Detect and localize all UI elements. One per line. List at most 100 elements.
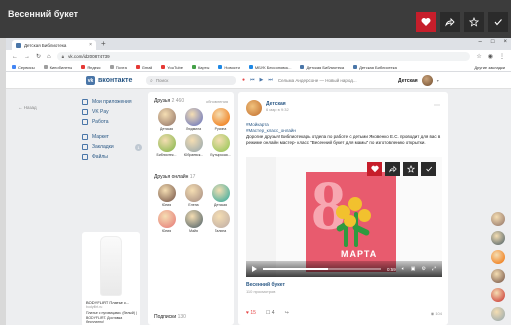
video-bookmark-button[interactable] [403,162,418,176]
comment-count-button[interactable]: ☐ 4 [266,310,275,316]
friends-updates-link[interactable]: обновления [206,99,228,104]
url-field[interactable]: 🔒︎ vk.com/id200874739 [56,52,471,61]
avatar [157,108,176,126]
play-icon[interactable]: ▶ [260,77,264,83]
menu-item-label: Мои приложения [92,99,132,105]
friend-item[interactable]: Юлия [154,210,179,233]
avatar[interactable] [491,250,505,264]
bookmark-item[interactable]: Кинобилеты [43,65,72,70]
friend-item[interactable]: Детская [154,108,179,131]
like-count-button[interactable]: ♥ 15 [246,310,256,316]
heart-icon [421,18,431,26]
friend-item[interactable]: Детская [208,184,233,207]
post-author-avatar[interactable] [246,100,262,116]
bookmark-item[interactable]: Детская Библиотека [353,65,397,70]
profile-icon[interactable]: ◉ [488,53,493,60]
avatar[interactable] [491,288,505,302]
friend-name: Юбраевск... [183,153,204,157]
avatar [211,210,230,228]
bookmark-item[interactable]: Почта [109,65,127,70]
video-share-button[interactable] [385,162,400,176]
bookmark-item[interactable]: Яндекс [81,65,101,70]
friend-item[interactable]: Бутырская... [208,134,233,157]
forward-arrow-icon[interactable]: → [24,54,30,60]
vk-logo[interactable]: vk вконтакте [86,76,132,85]
home-icon[interactable]: ⌂ [47,54,51,60]
play-icon[interactable] [252,266,257,272]
subscriptions-heading[interactable]: Подписки 130 [154,314,186,320]
friend-item[interactable]: Людмила [181,108,206,131]
ad-card[interactable]: BODYFLIRT Платье с... bodyflirt.ru Плать… [82,232,140,325]
avatar[interactable] [491,307,505,321]
other-bookmarks[interactable]: Другие закладки [474,65,505,70]
menu-item[interactable]: Закладки 1 [82,142,142,152]
back-arrow-icon[interactable]: ← [12,54,18,60]
video-done-button[interactable] [421,162,436,176]
close-window-button[interactable]: × [503,39,507,45]
vk-search-input[interactable]: ⌕ Поиск [146,76,236,85]
menu-item[interactable]: Файлы [82,152,142,162]
bookmark-item[interactable]: Новости [218,65,240,70]
lock-icon: 🔒︎ [61,54,65,59]
bookmark-favicon-icon [161,65,166,69]
new-tab-button[interactable]: + [101,39,106,48]
share-post-icon[interactable]: ↪ [285,310,289,316]
expand-icon[interactable]: ⤢ [432,266,436,272]
friend-item[interactable]: Юбраевск... [181,134,206,157]
friend-item[interactable]: Майя [181,210,206,233]
star-icon[interactable]: ☆ [476,53,481,60]
menu-item[interactable]: Мои приложения [82,97,142,107]
current-track[interactable]: Сельма Андерсоне — Новый народ... [278,78,357,83]
menu-item-icon [82,119,88,125]
bookmark-item[interactable]: Сервисы [12,65,35,70]
friend-item[interactable]: Юлия [154,184,179,207]
reload-icon[interactable]: ↻ [36,53,41,60]
video-player[interactable]: 8 МАРТА 0:59 🔈︎ ▣ ⚙ ⤢ [246,157,442,277]
settings-icon[interactable]: ⚙ [422,266,426,272]
bookmark-item[interactable]: YouTube [161,65,183,70]
bookmark-button[interactable] [464,12,484,32]
prev-track-icon[interactable]: ⏮ [250,77,255,83]
video-progress-bar[interactable] [263,268,381,270]
video-progress-fill [263,268,328,270]
back-link[interactable]: ← Назад [18,105,37,110]
tab-close-button[interactable]: × [89,42,92,48]
bookmark-favicon-icon [218,65,223,69]
bookmark-item[interactable]: Карты [191,65,209,70]
bookmark-item[interactable]: Gmail [135,65,152,70]
friend-item[interactable]: Елена [181,184,206,207]
friends-heading[interactable]: Друзья 2 460 [154,98,184,104]
volume-icon[interactable]: 🔈︎ [402,266,405,272]
vk-user-menu[interactable]: Детская ▾ [398,75,439,86]
bookmark-item[interactable]: Детская Библиотека [300,65,344,70]
friend-item[interactable]: Галина [208,210,233,233]
avatar[interactable] [491,212,505,226]
friend-name: Елена [188,203,199,207]
friend-item[interactable]: Библиотек... [154,134,179,157]
video-like-button[interactable] [367,162,382,176]
next-track-icon[interactable]: ⏭ [268,77,273,83]
done-button[interactable] [488,12,508,32]
menu-item[interactable]: Работа [82,117,142,127]
maximize-button[interactable]: □ [491,39,495,45]
like-button[interactable] [416,12,436,32]
video-name[interactable]: Весенний букет [246,282,285,288]
share-button[interactable] [440,12,460,32]
bookmark-item[interactable]: МБУК Бессоновск... [248,65,291,70]
tulip-flower [344,215,356,227]
friends-online-heading[interactable]: Друзья онлайн 17 [154,174,195,180]
menu-item[interactable]: VK Pay [82,107,142,117]
avatar[interactable] [491,269,505,283]
menu-item-icon [82,134,88,140]
menu-item[interactable]: Маркет [82,132,142,142]
menu-dots-icon[interactable]: ⋮ [499,53,505,60]
avatar[interactable] [491,231,505,245]
tab-active[interactable]: Детская Библиотека × [12,40,96,50]
vk-audio-player: ● ⏮ ▶ ⏭ Сельма Андерсоне — Новый народ..… [242,77,357,83]
more-icon[interactable]: ⋯ [434,102,440,109]
post-time[interactable]: 6 мар в 9:32 [266,107,289,112]
friend-item[interactable]: Русина [208,108,233,131]
minimize-button[interactable]: – [479,39,482,45]
fullscreen-exit-icon[interactable]: ▣ [411,266,416,272]
notifications-icon[interactable]: ● [242,77,245,83]
